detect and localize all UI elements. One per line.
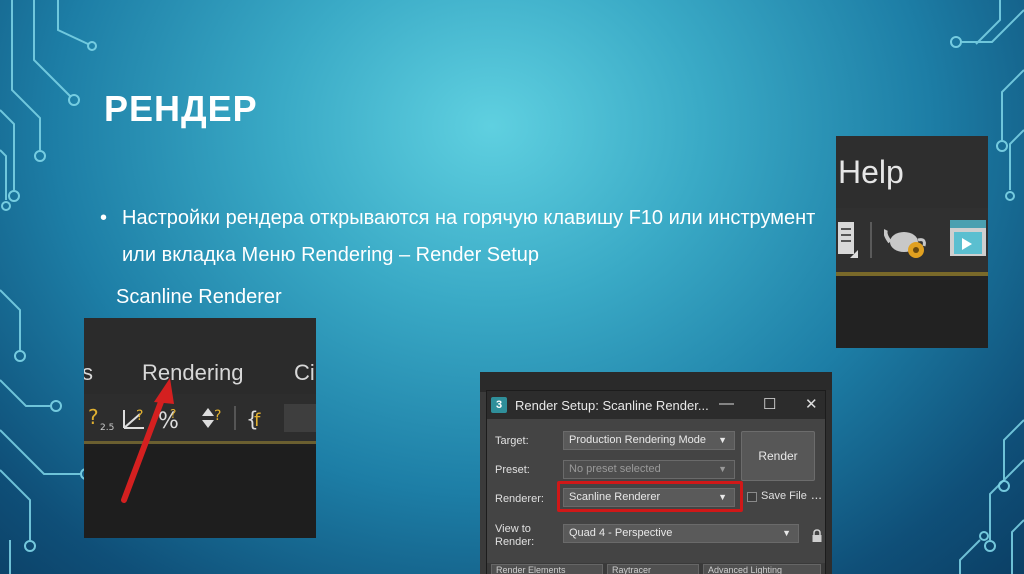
tab-raytracer[interactable]: Raytracer bbox=[607, 564, 699, 574]
target-dropdown[interactable]: Production Rendering Mode ▼ bbox=[563, 431, 735, 450]
background-toolbar bbox=[480, 372, 832, 392]
render-toolbar bbox=[836, 208, 988, 276]
renderer-label: Renderer: bbox=[495, 493, 544, 505]
view-to-render-label-line2: Render: bbox=[495, 536, 535, 548]
preset-label: Preset: bbox=[495, 464, 530, 476]
red-pointer-arrow bbox=[121, 378, 174, 503]
renderer-caption: Scanline Renderer bbox=[116, 286, 282, 308]
lock-icon[interactable] bbox=[811, 529, 823, 543]
render-setup-screenshot: 3 Render Setup: Scanline Render... — ☐ ✕… bbox=[480, 372, 832, 574]
save-file-label: Save File bbox=[761, 490, 807, 502]
minimize-button[interactable]: — bbox=[719, 395, 734, 412]
bullet-point: • Настройки рендера открываются на горяч… bbox=[100, 200, 830, 274]
render-setup-teapot-icon[interactable] bbox=[884, 220, 932, 262]
preset-dropdown[interactable]: No preset selected ▼ bbox=[563, 460, 735, 479]
chevron-down-icon: ▼ bbox=[782, 528, 791, 538]
close-button[interactable]: ✕ bbox=[805, 395, 818, 413]
background-scroll-strip bbox=[826, 390, 832, 574]
save-file-checkbox[interactable] bbox=[747, 492, 757, 502]
maximize-button[interactable]: ☐ bbox=[763, 395, 776, 413]
chevron-down-icon: ▼ bbox=[718, 435, 727, 445]
view-value: Quad 4 - Perspective bbox=[569, 527, 673, 539]
view-to-render-dropdown[interactable]: Quad 4 - Perspective ▼ bbox=[563, 524, 799, 543]
save-file-browse-button[interactable]: ... bbox=[811, 487, 822, 502]
menu-bar-right: Help bbox=[836, 136, 988, 208]
dialog-tabs: Render Elements Raytracer Advanced Light… bbox=[487, 563, 825, 574]
render-production-icon[interactable] bbox=[948, 216, 988, 264]
renderer-highlight-box bbox=[557, 481, 743, 512]
bullet-marker: • bbox=[100, 207, 108, 229]
toolbar-divider-right bbox=[870, 222, 872, 258]
dialog-title: Render Setup: Scanline Render... bbox=[515, 398, 709, 413]
bullet-text: Настройки рендера открываются на горячую… bbox=[122, 207, 816, 266]
render-toolbar-screenshot: Help bbox=[836, 136, 988, 348]
rendering-menu-screenshot: s Rendering Ci ? 2.5 ? % ? ? { f bbox=[84, 318, 316, 538]
slide-title: РЕНДЕР bbox=[104, 88, 258, 129]
viewport-area-right bbox=[836, 280, 988, 348]
target-label: Target: bbox=[495, 435, 529, 447]
render-frame-window-icon[interactable] bbox=[836, 220, 860, 260]
preset-value: No preset selected bbox=[569, 463, 661, 475]
target-value: Production Rendering Mode bbox=[569, 434, 706, 446]
chevron-down-icon: ▼ bbox=[718, 464, 727, 474]
dialog-titlebar[interactable]: 3 Render Setup: Scanline Render... — ☐ ✕ bbox=[487, 391, 825, 419]
render-setup-dialog: 3 Render Setup: Scanline Render... — ☐ ✕… bbox=[486, 390, 826, 574]
tab-render-elements[interactable]: Render Elements bbox=[491, 564, 603, 574]
menu-item-help[interactable]: Help bbox=[838, 154, 904, 191]
tab-advanced-lighting[interactable]: Advanced Lighting bbox=[703, 564, 821, 574]
app-icon: 3 bbox=[491, 397, 507, 413]
view-to-render-label-line1: View to bbox=[495, 523, 531, 535]
render-button[interactable]: Render bbox=[741, 431, 815, 481]
